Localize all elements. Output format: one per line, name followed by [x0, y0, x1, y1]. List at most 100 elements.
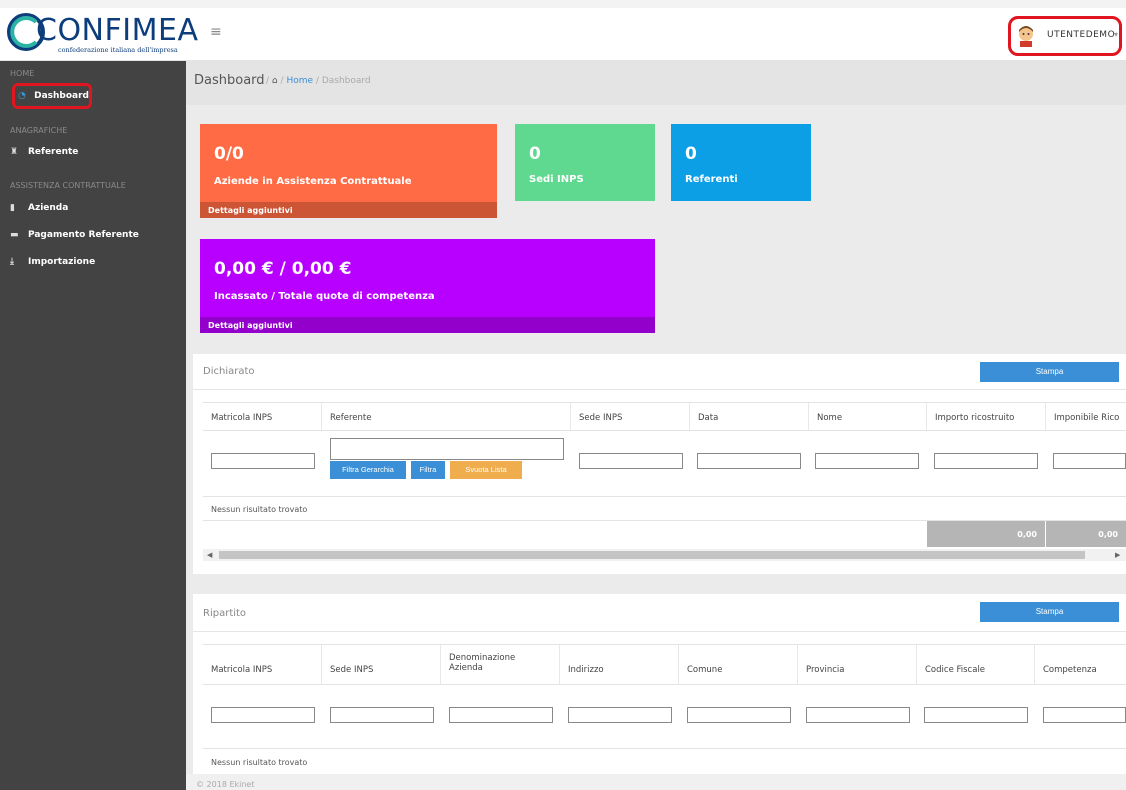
sidebar-item-importazione[interactable]: ⤓ Importazione — [10, 252, 180, 272]
sidebar-item-label: Pagamento Referente — [28, 230, 139, 240]
stat-value: 0 — [529, 144, 541, 164]
totals-row: 0,00 0,00 — [203, 521, 1126, 548]
column-header[interactable]: Importo ricostruito — [927, 403, 1046, 430]
empty-row: Nessun risultato trovato — [203, 497, 1126, 521]
column-header[interactable]: Matricola INPS — [203, 645, 322, 684]
sidebar-item-azienda[interactable]: ▮ Azienda — [10, 198, 180, 218]
filter-indirizzo-input[interactable] — [568, 707, 672, 723]
column-header[interactable]: Data — [690, 403, 809, 430]
sidebar-section-assistenza: ASSISTENZA CONTRATTUALE — [10, 181, 126, 190]
filter-sede-input[interactable] — [579, 453, 683, 469]
filter-hierarchy-button[interactable]: Filtra Gerarchia — [330, 461, 406, 479]
details-link[interactable]: Dettagli aggiuntivi — [200, 202, 497, 218]
filter-row: Filtra Gerarchia Filtra Svuota Lista — [203, 431, 1126, 497]
dashboard-icon: ◔ — [18, 91, 26, 101]
brand-name: CONFIMEA — [36, 13, 199, 48]
stat-value: 0,00 € / 0,00 € — [214, 259, 352, 279]
avatar — [1019, 26, 1033, 47]
filter-imponibile-input[interactable] — [1053, 453, 1126, 469]
stat-tile-referenti: 0 Referenti — [671, 124, 811, 201]
sidebar-section-home: HOME — [10, 69, 35, 78]
sidebar: HOME ◔ Dashboard ANAGRAFICHE ♜ Referente… — [0, 61, 186, 790]
sidebar-item-label: Azienda — [28, 203, 69, 213]
column-header[interactable]: Provincia — [798, 645, 917, 684]
home-icon[interactable]: ⌂ — [272, 76, 278, 86]
print-button[interactable]: Stampa — [980, 602, 1119, 622]
column-header[interactable]: Nome — [809, 403, 927, 430]
filter-nome-input[interactable] — [815, 453, 919, 469]
column-header[interactable]: Denominazione Azienda — [441, 645, 560, 684]
confimea-logo[interactable]: CONFIMEA confederazione italiana dell'im… — [6, 10, 198, 62]
sidebar-item-dashboard[interactable]: ◔ Dashboard — [12, 83, 92, 109]
import-icon: ⤓ — [10, 257, 14, 267]
user-menu[interactable]: UTENTEDEMO ▾ — [1008, 16, 1122, 56]
column-header[interactable]: Sede INPS — [322, 645, 441, 684]
filter-referente-input[interactable] — [330, 438, 564, 460]
ripartito-table: Matricola INPS Sede INPS Denominazione A… — [203, 644, 1126, 774]
stat-label: Aziende in Assistenza Contrattuale — [214, 176, 412, 187]
scroll-left-icon[interactable]: ◀ — [207, 549, 212, 561]
column-header[interactable]: Indirizzo — [560, 645, 679, 684]
column-header[interactable]: Imponibile Rico — [1046, 403, 1126, 430]
filter-codice-fiscale-input[interactable] — [924, 707, 1028, 723]
clear-list-button[interactable]: Svuota Lista — [450, 461, 522, 479]
stat-value: 0 — [685, 144, 697, 164]
column-header[interactable]: Codice Fiscale — [917, 645, 1035, 684]
stat-label: Sedi INPS — [529, 174, 584, 185]
sidebar-item-label: Referente — [28, 147, 79, 157]
filter-competenza-input[interactable] — [1043, 707, 1126, 723]
filter-matricola-input[interactable] — [211, 453, 315, 469]
empty-message: Nessun risultato trovato — [211, 505, 308, 514]
panel-header: Ripartito Stampa — [193, 594, 1126, 632]
total-imponibile: 0,00 — [1046, 521, 1126, 547]
details-link[interactable]: Dettagli aggiuntivi — [200, 317, 655, 333]
column-header[interactable]: Sede INPS — [571, 403, 690, 430]
page-footer: © 2018 Ekinet — [186, 774, 1126, 790]
filter-sede-input[interactable] — [330, 707, 434, 723]
breadcrumb-separator: / — [280, 76, 284, 86]
referente-icon: ♜ — [10, 147, 19, 157]
column-header[interactable]: Competenza — [1035, 645, 1126, 684]
chevron-down-icon: ▾ — [1114, 30, 1119, 39]
panel-header: Dichiarato Stampa — [193, 354, 1126, 390]
sidebar-section-anagrafiche: ANAGRAFICHE — [10, 126, 68, 135]
horizontal-scrollbar[interactable]: ◀ ▶ — [203, 549, 1126, 561]
dichiarato-panel: Dichiarato Stampa Matricola INPS Referen… — [193, 354, 1126, 574]
dichiarato-table: Matricola INPS Referente Sede INPS Data … — [203, 402, 1126, 562]
print-button[interactable]: Stampa — [980, 362, 1119, 382]
filter-matricola-input[interactable] — [211, 707, 315, 723]
column-header[interactable]: Matricola INPS — [203, 403, 322, 430]
stat-tile-incassato: 0,00 € / 0,00 € Incassato / Totale quote… — [200, 239, 655, 333]
breadcrumb-bar: Dashboard / ⌂ / Home / Dashboard — [186, 61, 1126, 105]
column-header[interactable]: Comune — [679, 645, 798, 684]
main-content: Dashboard / ⌂ / Home / Dashboard 0 / 0 Azi… — [186, 61, 1126, 790]
panel-title: Ripartito — [203, 608, 247, 619]
sidebar-item-label: Dashboard — [34, 91, 89, 101]
filter-row — [203, 685, 1126, 749]
filter-importo-input[interactable] — [934, 453, 1038, 469]
scroll-right-icon[interactable]: ▶ — [1115, 549, 1120, 561]
filter-provincia-input[interactable] — [806, 707, 910, 723]
filter-data-input[interactable] — [697, 453, 801, 469]
stat-label: Referenti — [685, 174, 738, 185]
total-importo: 0,00 — [927, 521, 1045, 547]
sidebar-item-referente[interactable]: ♜ Referente — [10, 142, 180, 162]
breadcrumb-separator: / — [266, 76, 270, 86]
document-icon: ▮ — [10, 203, 15, 213]
username-label: UTENTEDEMO — [1047, 30, 1116, 40]
empty-row: Nessun risultato trovato — [203, 749, 1126, 774]
table-header-row: Matricola INPS Sede INPS Denominazione A… — [203, 645, 1126, 685]
hamburger-icon[interactable]: ≡ — [210, 24, 222, 40]
table-header-row: Matricola INPS Referente Sede INPS Data … — [203, 403, 1126, 431]
sidebar-item-pagamento-referente[interactable]: ▬ Pagamento Referente — [10, 225, 180, 245]
breadcrumb: / ⌂ / Home / Dashboard — [266, 76, 371, 86]
breadcrumb-home-link[interactable]: Home — [286, 76, 313, 86]
ripartito-panel: Ripartito Stampa Matricola INPS Sede INP… — [193, 594, 1126, 774]
breadcrumb-current: Dashboard — [321, 76, 371, 86]
filter-comune-input[interactable] — [687, 707, 791, 723]
filter-button[interactable]: Filtra — [411, 461, 445, 479]
column-header[interactable]: Referente — [322, 403, 571, 430]
scrollbar-thumb[interactable] — [219, 551, 1085, 559]
filter-denominazione-input[interactable] — [449, 707, 553, 723]
top-bar: CONFIMEA confederazione italiana dell'im… — [0, 0, 1126, 61]
